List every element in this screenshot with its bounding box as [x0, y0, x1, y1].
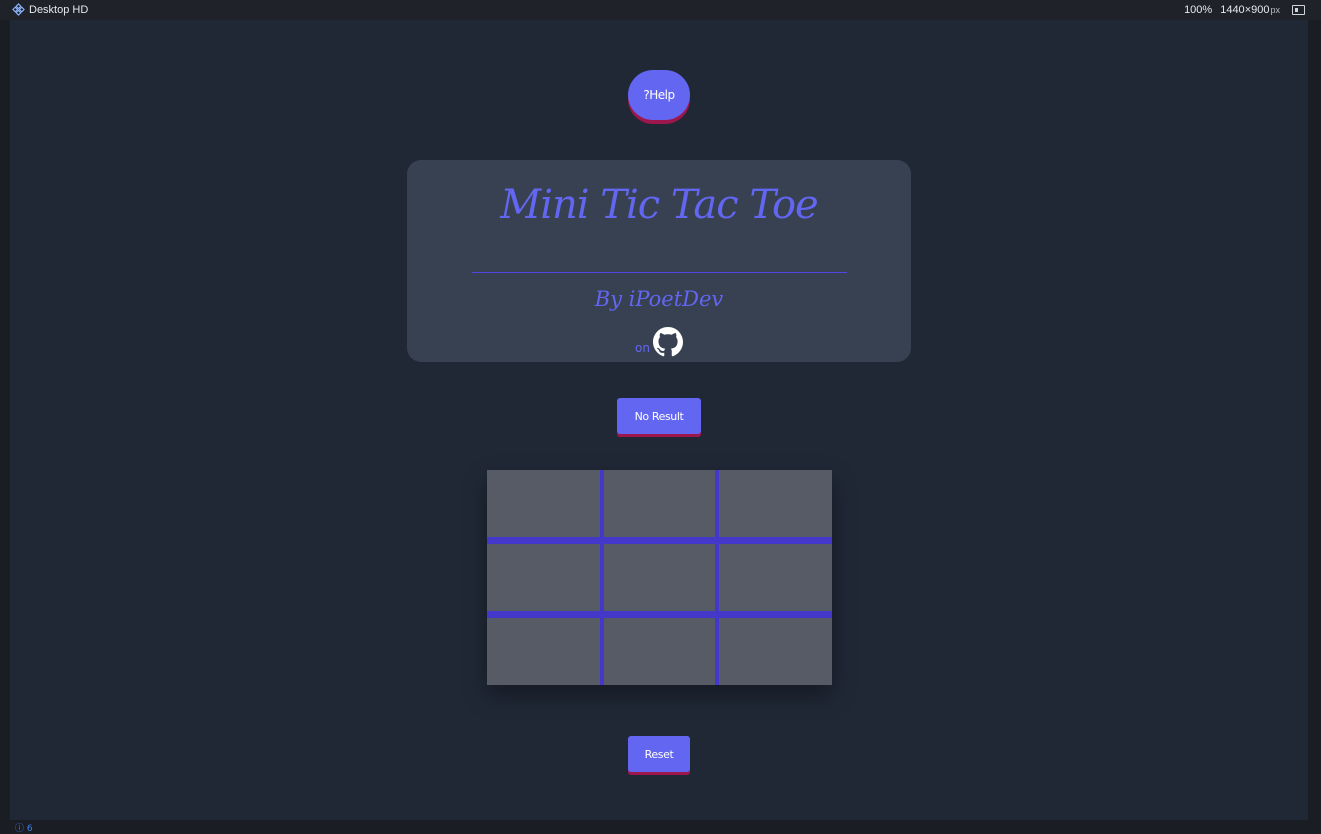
viewport-info: 100% 1440×900px: [1184, 4, 1305, 16]
reset-button[interactable]: Reset: [628, 736, 690, 772]
result-status-button[interactable]: No Result: [617, 398, 701, 434]
help-button[interactable]: ?Help: [628, 70, 690, 120]
board-cell[interactable]: [604, 544, 715, 611]
viewport-height: 900: [1251, 4, 1270, 16]
frame-name: Desktop HD: [29, 3, 89, 16]
title-divider: [472, 272, 847, 273]
viewport-dimensions[interactable]: 1440×900px: [1220, 4, 1280, 16]
component-icon: [12, 3, 25, 16]
game-board: [487, 470, 832, 685]
board-cell[interactable]: [719, 544, 832, 611]
editor-toolbar: Desktop HD 100% 1440×900px: [0, 0, 1321, 20]
zoom-level[interactable]: 100%: [1184, 4, 1212, 16]
board-cell[interactable]: [719, 470, 832, 537]
frame-label[interactable]: Desktop HD: [12, 3, 88, 16]
board-cell[interactable]: [487, 470, 600, 537]
on-label: on: [635, 341, 650, 355]
viewport-width: 1440: [1220, 4, 1245, 16]
design-canvas: ?Help Mini Tic Tac Toe By iPoetDev on No…: [10, 20, 1308, 820]
info-status-icon[interactable]: ⓘ 6: [15, 821, 33, 834]
board-cell[interactable]: [604, 618, 715, 685]
device-frame-icon[interactable]: [1292, 5, 1305, 15]
board-cell[interactable]: [604, 470, 715, 537]
board-cell[interactable]: [719, 618, 832, 685]
editor-footer: [0, 820, 1321, 829]
author-byline: By iPoetDev: [594, 287, 724, 311]
title-card: Mini Tic Tac Toe By iPoetDev on: [407, 160, 911, 362]
github-link[interactable]: on: [407, 327, 911, 357]
board-cell[interactable]: [487, 544, 600, 611]
dimension-unit: px: [1270, 5, 1280, 15]
github-icon: [652, 327, 683, 357]
board-cell[interactable]: [487, 618, 600, 685]
page-title: Mini Tic Tac Toe: [500, 182, 818, 228]
